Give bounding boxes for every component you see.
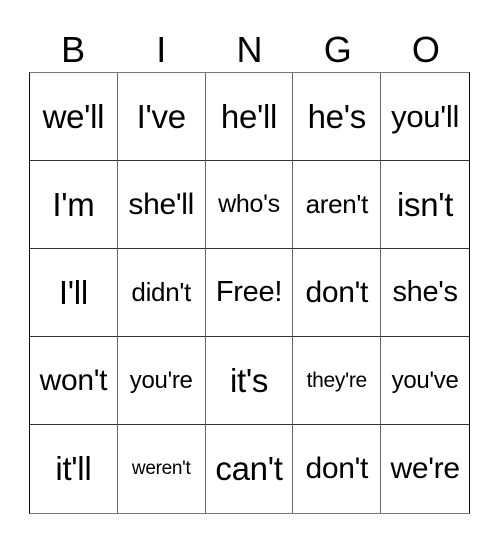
bingo-cell[interactable]: won't xyxy=(30,337,118,425)
bingo-header: B I N G O xyxy=(29,30,470,70)
bingo-cell[interactable]: we're xyxy=(381,425,469,513)
bingo-cell[interactable]: weren't xyxy=(118,425,206,513)
bingo-card-grid: we'll I've he'll he's you'll I'm she'll who's ar… xyxy=(29,72,470,514)
bingo-cell[interactable]: I'll xyxy=(30,249,118,337)
bingo-cell[interactable]: don't xyxy=(293,249,382,337)
header-letter-b: B xyxy=(61,29,86,70)
bingo-cell[interactable]: it's xyxy=(205,337,294,425)
bingo-cell[interactable]: who's xyxy=(205,161,294,249)
bingo-cell[interactable]: aren't xyxy=(293,161,382,249)
bingo-cell[interactable]: they're xyxy=(293,337,382,425)
bingo-cell[interactable]: it'll xyxy=(30,425,118,513)
bingo-cell[interactable]: he'll xyxy=(205,73,294,161)
header-letter-g: G xyxy=(323,29,352,70)
bingo-cell[interactable]: we'll xyxy=(30,73,118,161)
bingo-cell[interactable]: you're xyxy=(117,337,206,425)
bingo-cell[interactable]: you'll xyxy=(381,73,469,161)
bingo-cell[interactable]: he's xyxy=(293,73,382,161)
header-letter-i: I xyxy=(156,29,167,70)
header-letter-n: N xyxy=(236,29,263,70)
bingo-cell[interactable]: she's xyxy=(381,249,469,337)
free-space-cell[interactable]: Free! xyxy=(205,249,294,337)
bingo-cell[interactable]: isn't xyxy=(381,161,469,249)
header-letter-o: O xyxy=(411,29,440,70)
bingo-cell[interactable]: she'll xyxy=(117,161,206,249)
bingo-cell[interactable]: can't xyxy=(206,425,294,513)
bingo-cell[interactable]: don't xyxy=(293,425,382,513)
bingo-cell[interactable]: you've xyxy=(381,337,469,425)
bingo-cell[interactable]: I'm xyxy=(30,161,118,249)
bingo-cell[interactable]: didn't xyxy=(117,249,206,337)
bingo-cell[interactable]: I've xyxy=(117,73,206,161)
